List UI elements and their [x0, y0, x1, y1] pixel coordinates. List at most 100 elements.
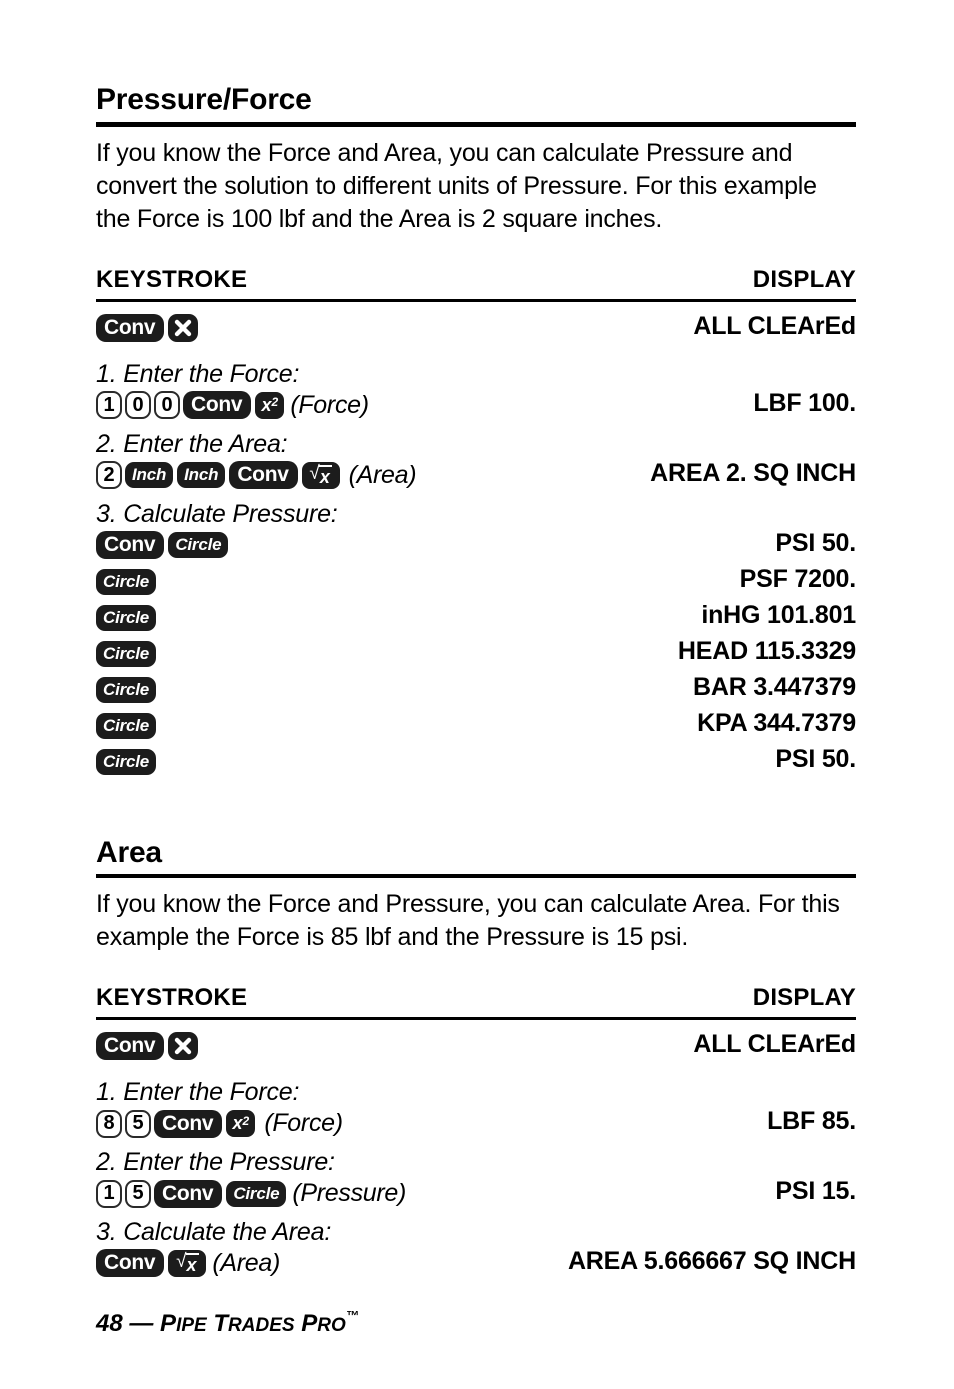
page-content: Pressure/Force If you know the Force and…	[96, 84, 856, 1278]
key-circle[interactable]: Circle	[96, 676, 157, 703]
keystroke-annotation: (Area)	[212, 1248, 280, 1277]
keystroke-sequence: Circle	[96, 748, 157, 775]
key-digit-5[interactable]: 5	[125, 1179, 151, 1208]
keystroke-row-clear: Conv ALL CLEArEd	[96, 312, 856, 342]
keystroke-row-step-1: 1 0 0 Conv x2 (Force) LBF 100.	[96, 389, 856, 420]
keystroke-sequence: 1 5 Conv Circle (Pressure)	[96, 1179, 406, 1208]
key-inch[interactable]: Inch	[177, 462, 226, 488]
key-circle[interactable]: Circle	[168, 531, 229, 558]
key-circle[interactable]: Circle	[96, 568, 157, 595]
keystroke-sequence: 8 5 Conv x2 (Force)	[96, 1109, 343, 1138]
keystroke-row-step-3: Conv √ x (Area) AREA 5.666667 SQ INCH	[96, 1247, 856, 1278]
trademark-icon: ™	[345, 1308, 359, 1323]
footer-brand-initial-pro: P	[301, 1310, 318, 1337]
key-x-squared[interactable]: x2	[226, 1110, 256, 1137]
key-digit-2[interactable]: 2	[96, 461, 122, 489]
step-label-1: 1. Enter the Force:	[96, 359, 300, 388]
key-circle[interactable]: Circle	[96, 748, 157, 775]
key-conv[interactable]: Conv	[96, 1032, 165, 1060]
key-conv[interactable]: Conv	[154, 1179, 223, 1208]
key-conv[interactable]: Conv	[154, 1109, 223, 1138]
keystroke-annotation: (Force)	[290, 390, 369, 419]
key-conv[interactable]: Conv	[96, 530, 165, 559]
key-circle[interactable]: Circle	[96, 640, 157, 667]
radical-operand: x	[318, 465, 332, 487]
conversion-row: Circle PSF 7200.	[96, 565, 856, 595]
footer-brand-word-pro: RO	[317, 1315, 346, 1336]
key-clear-x[interactable]	[168, 313, 199, 342]
footer-brand-initial-pipe: P	[160, 1310, 177, 1337]
keystroke-row-step-2: 1 5 Conv Circle (Pressure) PSI 15.	[96, 1177, 856, 1208]
display-value: AREA 2. SQ INCH	[650, 458, 856, 487]
section-title-pressure-force: Pressure/Force	[96, 83, 312, 116]
key-x-squared-base: x	[261, 394, 272, 415]
display-value: ALL CLEArEd	[693, 1030, 856, 1058]
keystroke-sequence: Conv Circle	[96, 530, 229, 559]
display-value: AREA 5.666667 SQ INCH	[567, 1247, 856, 1275]
display-value: PSI 50.	[775, 744, 856, 773]
key-conv[interactable]: Conv	[96, 1249, 165, 1277]
key-digit-0[interactable]: 0	[154, 391, 180, 419]
keystroke-row-step-2: 2 Inch Inch Conv √ x (Area) AREA 2. SQ IN…	[96, 459, 856, 490]
keystroke-sequence: Circle	[96, 640, 157, 667]
display-value: inHG 101.801	[701, 600, 856, 629]
keystroke-sequence: Circle	[96, 676, 157, 703]
key-digit-5[interactable]: 5	[125, 1109, 151, 1138]
section-intro-area: If you know the Force and Pressure, you …	[96, 890, 840, 951]
column-header-keystroke: KEYSTROKE	[96, 265, 248, 293]
keystroke-sequence: Conv	[96, 1032, 199, 1060]
key-x-squared[interactable]: x2	[255, 391, 285, 419]
key-conv[interactable]: Conv	[229, 461, 298, 489]
conversion-row: Circle inHG 101.801	[96, 601, 856, 631]
keystroke-sequence: Circle	[96, 604, 157, 631]
key-circle[interactable]: Circle	[96, 604, 157, 631]
display-value: KPA 344.7379	[697, 708, 856, 737]
key-square-root[interactable]: √ x	[301, 461, 340, 489]
footer-brand-word-pipe: IPE	[176, 1315, 207, 1336]
key-circle[interactable]: Circle	[96, 712, 157, 739]
key-digit-1[interactable]: 1	[96, 391, 122, 419]
step-label-2: 2. Enter the Area:	[96, 429, 288, 458]
keystroke-sequence: Conv √ x (Area)	[96, 1249, 280, 1278]
conversion-row: Circle KPA 344.7379	[96, 709, 856, 739]
keystroke-sequence: 2 Inch Inch Conv √ x (Area)	[96, 461, 417, 490]
key-digit-8[interactable]: 8	[96, 1109, 122, 1138]
conversion-list: Conv Circle PSI 50. Circle PSF 7200. Cir…	[96, 529, 856, 775]
column-header-row-1: KEYSTROKE DISPLAY	[96, 266, 856, 294]
column-header-display: DISPLAY	[752, 265, 856, 293]
key-conv[interactable]: Conv	[96, 313, 165, 342]
section-intro-pressure-force: If you know the Force and Area, you can …	[96, 138, 817, 233]
keystroke-sequence: Circle	[96, 712, 157, 739]
section-rule	[96, 874, 856, 878]
keystroke-row-step-1: 8 5 Conv x2 (Force) LBF 85.	[96, 1107, 856, 1138]
radical-operand: x	[185, 1253, 199, 1275]
key-square-root[interactable]: √ x	[168, 1249, 207, 1277]
conversion-row: Circle HEAD 115.3329	[96, 637, 856, 667]
display-value: LBF 100.	[753, 388, 856, 417]
display-value: PSF 7200.	[739, 564, 857, 593]
radical-glyph: √ x	[309, 464, 332, 487]
key-digit-0[interactable]: 0	[125, 391, 151, 419]
keystroke-annotation: (Force)	[264, 1109, 343, 1137]
display-value: HEAD 115.3329	[677, 636, 856, 665]
keystroke-annotation: (Pressure)	[292, 1179, 407, 1207]
key-circle[interactable]: Circle	[226, 1180, 287, 1207]
section-title-area: Area	[96, 835, 162, 869]
page-footer: 48 — PIPE TRADES PRO™	[96, 1308, 359, 1338]
display-value: PSI 50.	[775, 528, 856, 557]
key-clear-x[interactable]	[168, 1032, 199, 1060]
keystroke-sequence: Conv	[96, 313, 199, 342]
key-digit-1[interactable]: 1	[96, 1179, 122, 1208]
column-header-display: DISPLAY	[752, 984, 856, 1011]
radical-glyph: √ x	[176, 1252, 199, 1275]
key-conv[interactable]: Conv	[183, 391, 252, 419]
keystroke-sequence: Circle	[96, 568, 157, 595]
key-inch[interactable]: Inch	[125, 462, 174, 488]
